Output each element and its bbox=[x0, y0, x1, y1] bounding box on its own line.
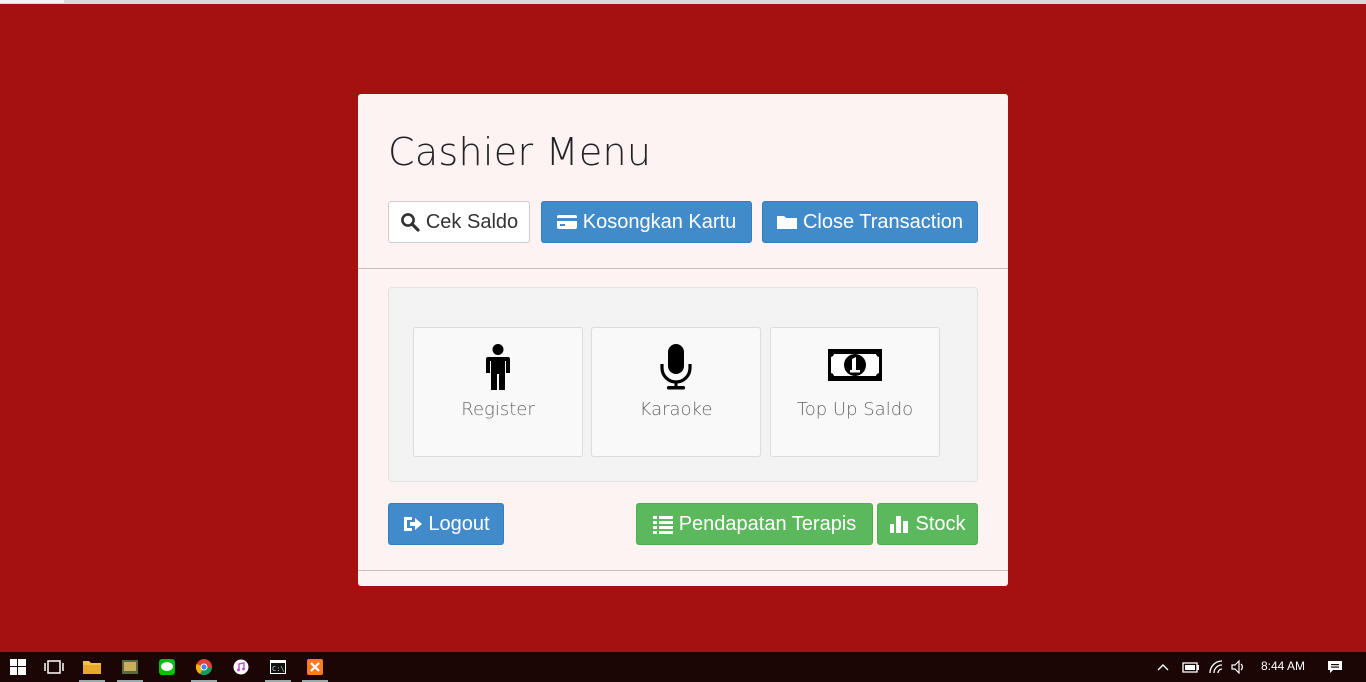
browser-tab[interactable] bbox=[0, 0, 64, 3]
tile-top-up-saldo-label: Top Up Saldo bbox=[796, 399, 914, 420]
command-prompt-icon[interactable]: C:\ bbox=[263, 652, 293, 682]
money-icon bbox=[828, 349, 882, 381]
divider bbox=[358, 570, 1008, 571]
task-view-icon[interactable] bbox=[39, 652, 69, 682]
divider bbox=[358, 268, 1008, 269]
windows-start-icon[interactable] bbox=[3, 652, 33, 682]
itunes-icon[interactable] bbox=[226, 652, 256, 682]
list-icon bbox=[652, 514, 673, 534]
microphone-icon bbox=[660, 344, 692, 390]
cek-saldo-button[interactable]: Cek Saldo bbox=[388, 201, 530, 243]
kosongkan-kartu-button[interactable]: Kosongkan Kartu bbox=[541, 201, 752, 243]
tile-top-up-saldo[interactable]: Top Up Saldo bbox=[770, 327, 940, 457]
cek-saldo-label: Cek Saldo bbox=[425, 210, 519, 233]
tile-register-label: Register bbox=[461, 399, 535, 420]
file-explorer-icon[interactable] bbox=[77, 652, 107, 682]
clock[interactable]: 8:44 AM bbox=[1261, 659, 1305, 673]
taskbar: C:\ 8:44 AM bbox=[0, 652, 1366, 682]
tile-register[interactable]: Register bbox=[413, 327, 583, 457]
logout-label: Logout bbox=[428, 512, 490, 535]
xampp-icon[interactable] bbox=[300, 652, 330, 682]
app-icon[interactable] bbox=[115, 652, 145, 682]
notification-icon[interactable] bbox=[1320, 652, 1350, 682]
folder-icon bbox=[776, 212, 797, 232]
page-title: Cashier Menu bbox=[388, 130, 652, 174]
chrome-icon[interactable] bbox=[189, 652, 219, 682]
person-icon bbox=[486, 344, 510, 390]
battery-icon[interactable] bbox=[1180, 652, 1202, 682]
volume-icon[interactable] bbox=[1228, 652, 1250, 682]
menu-well: Register Karaoke Top Up Saldo bbox=[388, 287, 978, 482]
pendapatan-terapis-label: Pendapatan Terapis bbox=[678, 512, 857, 535]
tile-karaoke[interactable]: Karaoke bbox=[591, 327, 761, 457]
svg-text:C:\: C:\ bbox=[272, 665, 285, 673]
close-transaction-button[interactable]: Close Transaction bbox=[762, 201, 978, 243]
credit-card-icon bbox=[556, 212, 577, 232]
close-transaction-label: Close Transaction bbox=[802, 210, 964, 233]
pendapatan-terapis-button[interactable]: Pendapatan Terapis bbox=[636, 503, 873, 545]
cashier-panel: Cashier Menu Cek Saldo Kosongkan Kartu C… bbox=[358, 94, 1008, 586]
bar-chart-icon bbox=[889, 514, 909, 534]
stock-button[interactable]: Stock bbox=[877, 503, 978, 545]
tile-karaoke-label: Karaoke bbox=[639, 399, 713, 420]
kosongkan-kartu-label: Kosongkan Kartu bbox=[582, 210, 737, 233]
logout-icon bbox=[402, 514, 423, 534]
browser-top-strip bbox=[0, 0, 1366, 4]
logout-button[interactable]: Logout bbox=[388, 503, 504, 545]
chevron-up-icon[interactable] bbox=[1153, 652, 1173, 682]
search-icon bbox=[400, 212, 420, 232]
stock-label: Stock bbox=[915, 512, 966, 535]
line-icon[interactable] bbox=[152, 652, 182, 682]
wifi-icon[interactable] bbox=[1206, 652, 1228, 682]
